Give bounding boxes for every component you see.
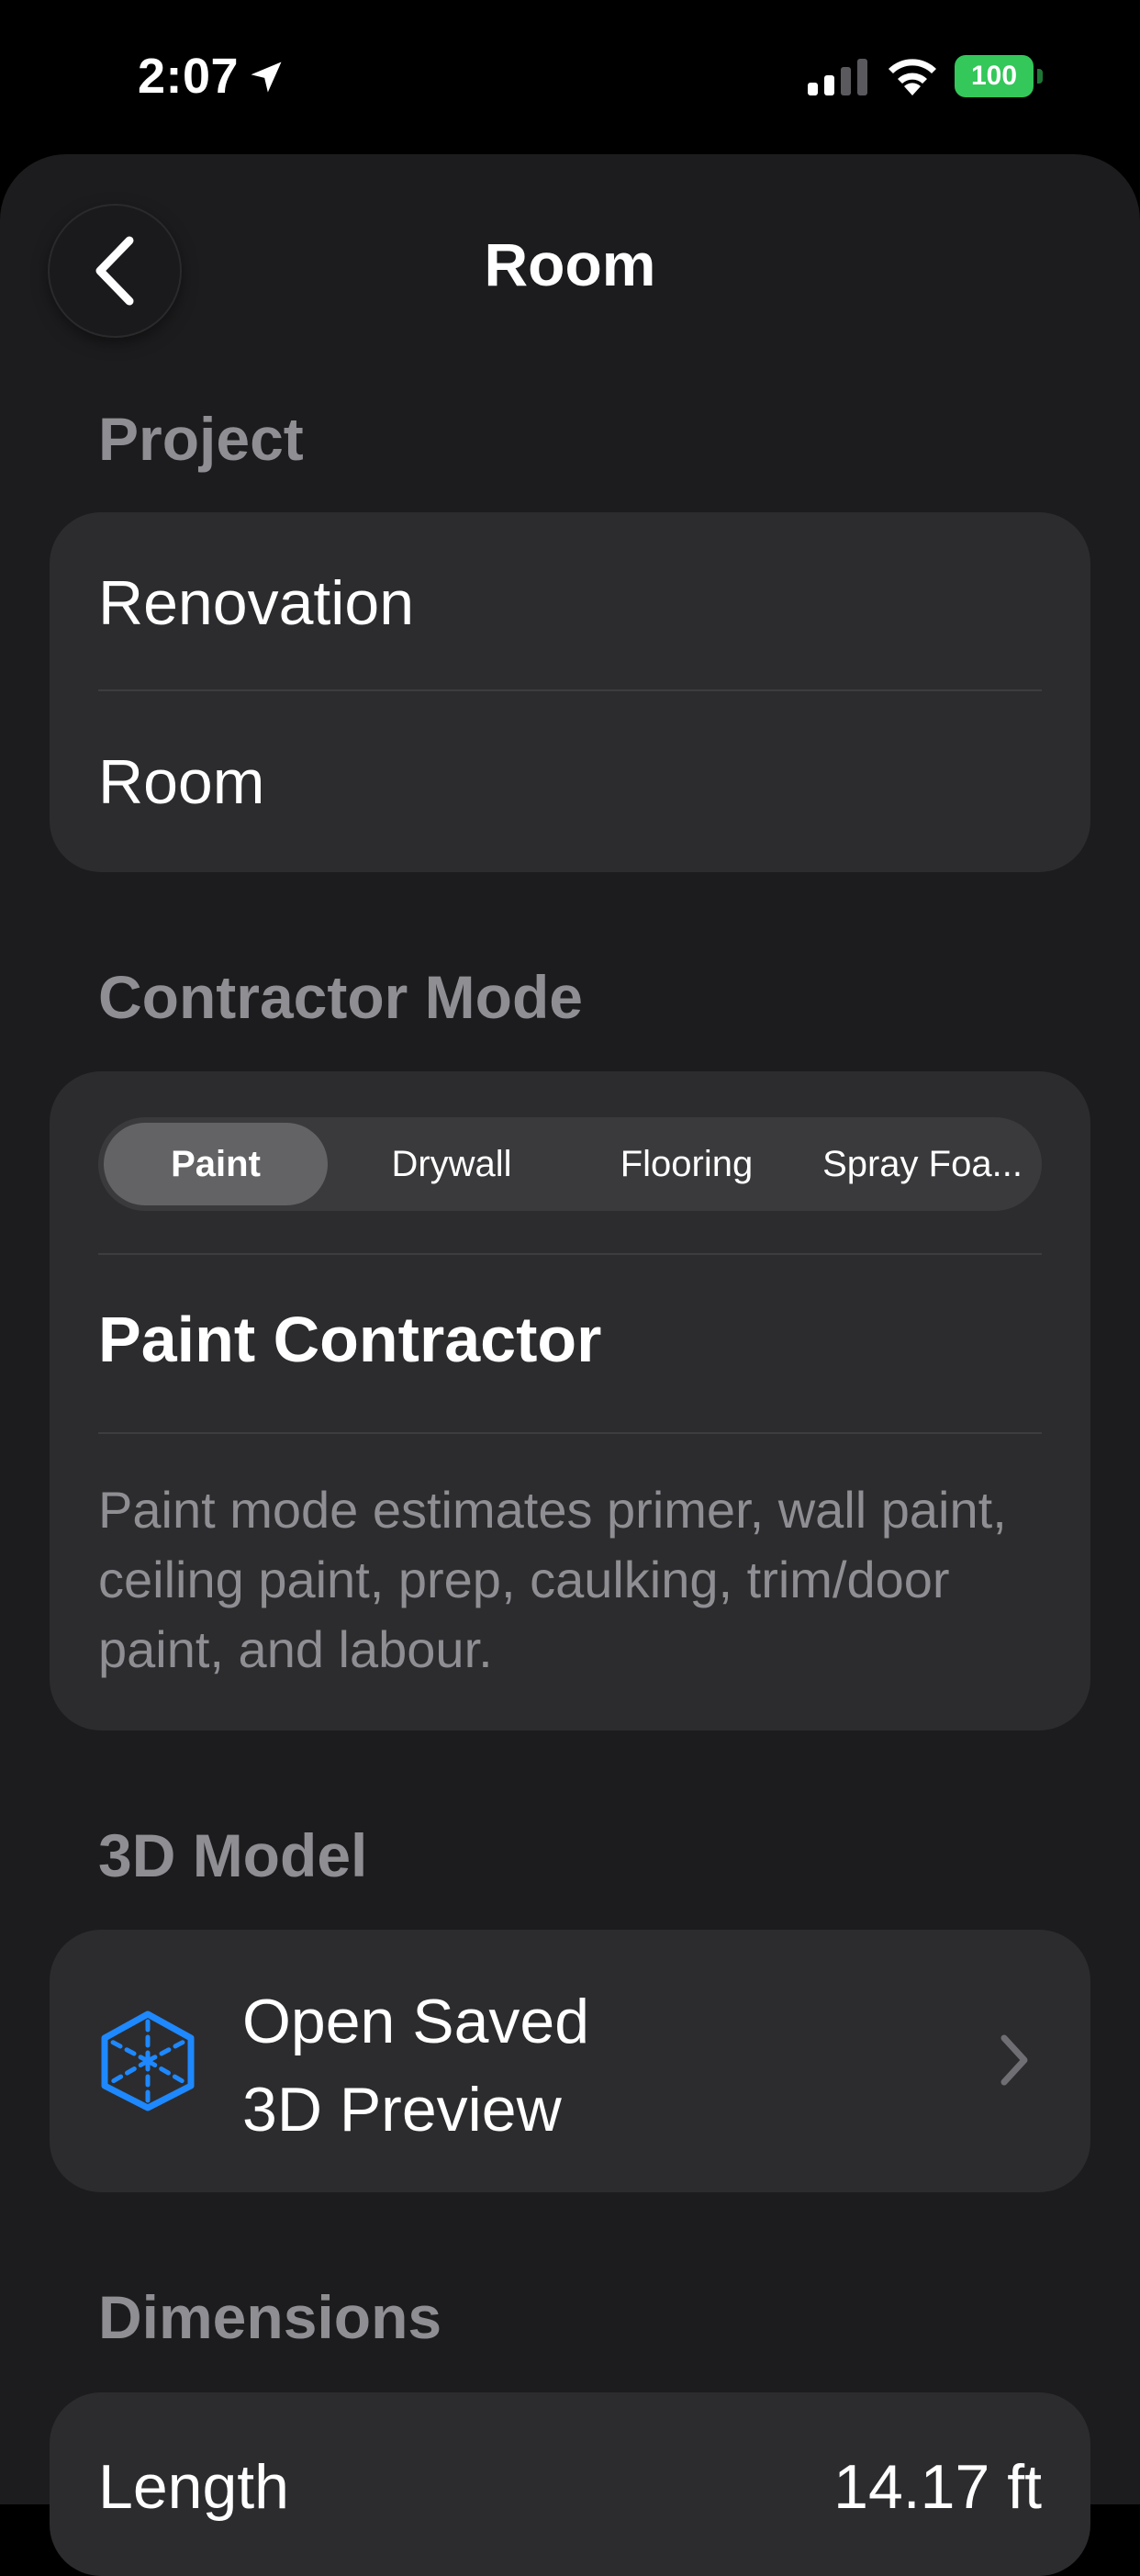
contractor-mode-title: Paint Contractor [98,1304,602,1375]
segment-flooring[interactable]: Flooring [574,1123,799,1205]
chevron-right-icon [1000,2034,1028,2086]
section-header-3d-model: 3D Model [98,1821,368,1889]
battery-indicator: 100 [955,55,1043,97]
page-title: Room [484,230,656,298]
divider [98,1253,1042,1255]
battery-level: 100 [955,55,1034,97]
cellular-signal-icon [808,59,867,95]
section-header-dimensions: Dimensions [98,2283,442,2351]
cube-icon [101,2010,195,2111]
battery-cap [1037,69,1043,84]
divider [98,1432,1042,1434]
location-arrow-icon [251,62,282,93]
divider [98,689,1042,691]
dimension-length-label: Length [98,2452,289,2522]
open-3d-preview-label: Open Saved 3D Preview [242,1977,589,2154]
project-name-field[interactable]: Renovation [98,567,414,639]
dimension-length-value[interactable]: 14.17 ft [833,2451,1042,2523]
status-time: 2:07 [138,49,240,104]
segment-paint[interactable]: Paint [104,1123,328,1205]
open-3d-preview-button[interactable]: Open Saved 3D Preview [50,1930,1090,2192]
contractor-mode-segmented-control[interactable]: Paint Drywall Flooring Spray Foa... [98,1117,1042,1211]
segment-spray-foam[interactable]: Spray Foa... [809,1123,1036,1205]
segment-drywall[interactable]: Drywall [339,1123,564,1205]
section-header-project: Project [98,405,304,473]
contractor-mode-description: Paint mode estimates primer, wall paint,… [98,1481,1007,1678]
wifi-icon [889,59,936,95]
project-card: Renovation Room [50,512,1090,872]
dimensions-card: Length 14.17 ft [50,2392,1090,2576]
contractor-mode-card: Paint Drywall Flooring Spray Foa... Pain… [50,1071,1090,1730]
open-3d-preview-line-1: Open Saved [242,1987,590,2056]
section-header-contractor-mode: Contractor Mode [98,963,583,1031]
open-3d-preview-line-2: 3D Preview [242,2075,562,2145]
room-name-field[interactable]: Room [98,746,264,818]
status-bar: 2:07 100 [0,0,1140,154]
